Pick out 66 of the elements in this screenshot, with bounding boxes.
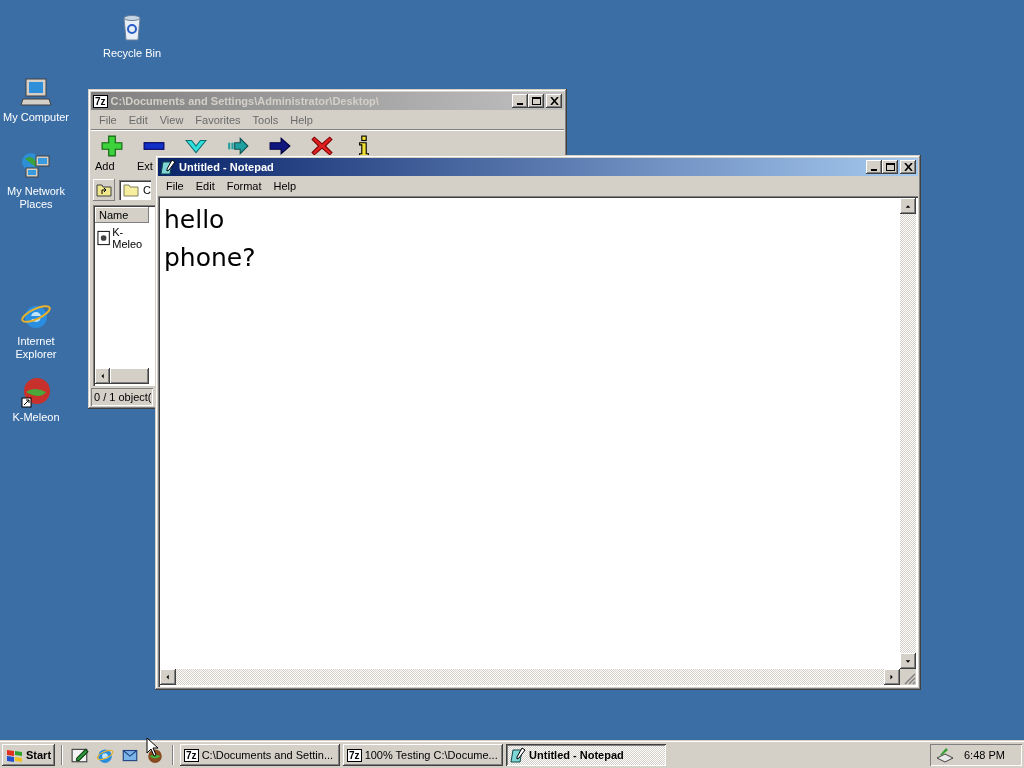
- desktop-icon-label[interactable]: K-Meleon: [0, 411, 72, 424]
- file-name[interactable]: K-Meleo: [112, 226, 151, 250]
- menu-item[interactable]: File: [93, 113, 123, 126]
- column-header[interactable]: Name: [95, 207, 149, 223]
- notepad-icon: [510, 747, 527, 763]
- window-title: C:\Documents and Settings\Administrator\Desktop\: [110, 95, 380, 107]
- desktop-icon-label[interactable]: Recycle Bin: [96, 47, 168, 60]
- maximize-button[interactable]: [528, 94, 544, 108]
- taskbar-button[interactable]: 7z 100% Testing C:\Docume...: [343, 744, 504, 766]
- desktop-icon-label[interactable]: My Network Places: [0, 185, 72, 211]
- close-icon: [903, 163, 913, 171]
- menu-item[interactable]: Help: [284, 113, 319, 126]
- menu-item[interactable]: View: [153, 113, 190, 126]
- show-desktop-icon[interactable]: [71, 746, 90, 764]
- notepad-icon: [160, 159, 176, 175]
- window-title: Untitled - Notepad: [179, 161, 275, 173]
- folder-icon: [123, 183, 139, 197]
- browser-e-icon[interactable]: [96, 746, 115, 764]
- status-text: 0 / 1 object(: [91, 388, 153, 406]
- resize-grip-icon[interactable]: [904, 673, 916, 685]
- menu-item[interactable]: Edit: [189, 179, 221, 192]
- clock[interactable]: 6:48 PM: [964, 749, 1005, 761]
- desktop-icon-label[interactable]: Internet Explorer: [0, 335, 72, 361]
- plus-icon: [101, 135, 123, 157]
- close-button[interactable]: [546, 94, 562, 108]
- maximize-icon: [885, 163, 895, 171]
- menu-item[interactable]: Format: [220, 179, 268, 192]
- chameleon-ball-icon: [20, 376, 52, 408]
- folder-up-button[interactable]: [93, 179, 115, 201]
- minimize-button[interactable]: [866, 160, 882, 174]
- menu-item[interactable]: File: [160, 179, 190, 192]
- horizontal-scrollbar[interactable]: [95, 368, 149, 384]
- minimize-button[interactable]: [512, 94, 528, 108]
- folder-up-icon: [96, 183, 112, 197]
- chameleon-ball-icon[interactable]: [146, 746, 165, 764]
- taskbar-button[interactable]: Untitled - Notepad: [506, 744, 667, 766]
- desktop-icon-label[interactable]: My Computer: [0, 111, 72, 124]
- start-button[interactable]: Start: [2, 744, 56, 766]
- text-area[interactable]: hello phone?: [158, 196, 918, 687]
- network-tray-icon[interactable]: [936, 747, 954, 763]
- menu-item[interactable]: Edit: [122, 113, 154, 126]
- menu-item[interactable]: Help: [267, 179, 303, 192]
- text-line: phone?: [164, 242, 257, 274]
- maximize-button[interactable]: [882, 160, 898, 174]
- app-logo: 7z: [93, 94, 108, 108]
- text-line: hello: [164, 204, 226, 236]
- right-arrow-icon: [269, 135, 291, 157]
- toolbar-button[interactable]: Ext: [137, 160, 153, 172]
- vertical-scrollbar[interactable]: [900, 198, 916, 669]
- maximize-icon: [531, 97, 541, 105]
- menu-item[interactable]: Favorites: [189, 113, 247, 126]
- close-icon: [549, 97, 559, 105]
- mouse-pointer-icon: [146, 737, 159, 757]
- horizontal-scrollbar[interactable]: [160, 669, 900, 685]
- delete-icon: [311, 135, 333, 157]
- scroll-down-icon[interactable]: [904, 657, 912, 665]
- striped-arrow-icon: [227, 135, 249, 157]
- file-icon: [97, 230, 111, 246]
- close-button[interactable]: [900, 160, 916, 174]
- scroll-left-icon[interactable]: [164, 673, 172, 681]
- computer-icon: [20, 76, 52, 108]
- windows-flag-icon: [6, 747, 24, 763]
- toolbar-button[interactable]: Add: [95, 160, 115, 172]
- menu-item[interactable]: Tools: [246, 113, 285, 126]
- taskbar-button[interactable]: 7z C:\Documents and Settin...: [180, 744, 341, 766]
- address-field[interactable]: C: [119, 180, 151, 200]
